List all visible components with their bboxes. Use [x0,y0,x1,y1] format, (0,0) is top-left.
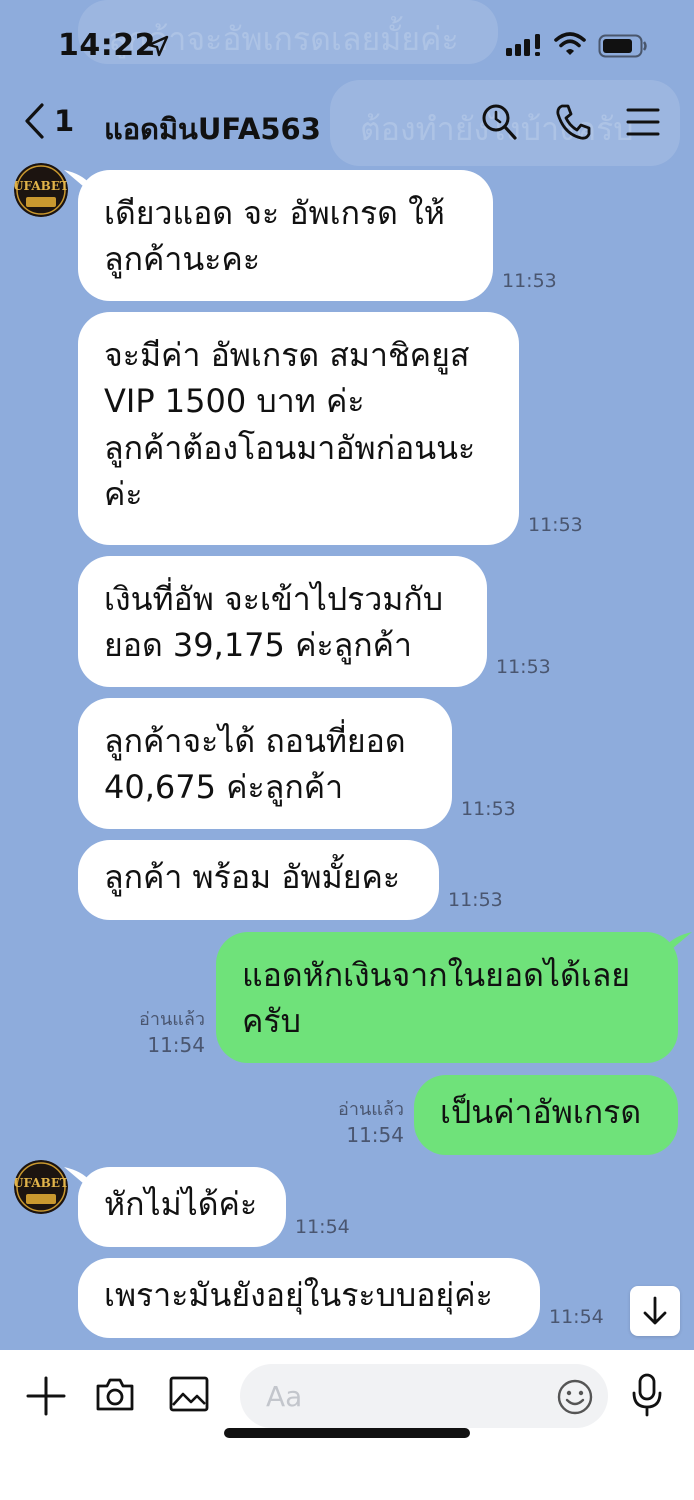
avatar-logo-text: UFABET [14,179,68,193]
message-time: 11:53 [502,270,557,292]
input-bar [0,1350,694,1500]
status-time: 14:22 [58,28,156,63]
message-time: 11:54 [549,1306,604,1328]
ufabet-logo: UFABET [14,163,68,217]
unread-count: 1 [54,104,75,138]
message-time: 11:54 [346,1123,404,1148]
message-time: 11:54 [295,1216,350,1238]
incoming-message-bubble[interactable]: หักไม่ได้ค่ะ [78,1167,286,1247]
plus-icon[interactable] [26,1376,66,1416]
message-time: 11:53 [461,798,516,820]
incoming-message-bubble[interactable]: จะมีค่า อัพเกรด สมาชิคยูส VIP 1500 บาท ค… [78,312,519,545]
read-status: อ่านแล้ว [338,1099,404,1120]
incoming-message-bubble[interactable]: เงินที่อัพ จะเข้าไปรวมกับ ยอด 39,175 ค่ะ… [78,556,487,687]
avatar[interactable]: UFABET [14,1160,68,1214]
outgoing-message-bubble[interactable]: แอดหักเงินจากในยอดได้เลย ครับ [216,932,678,1063]
message-time: 11:53 [448,889,503,911]
avatar[interactable]: UFABET [14,163,68,217]
scroll-to-bottom-button[interactable] [630,1286,680,1336]
menu-icon[interactable] [626,102,660,142]
chat-header: 1 แอดมินUFA563 [0,88,694,160]
incoming-message-bubble[interactable]: ลูกค้าจะได้ ถอนที่ยอด 40,675 ค่ะลูกค้า [78,698,452,829]
read-receipt: อ่านแล้ว 11:54 [139,1008,205,1059]
incoming-message-bubble[interactable]: เพราะมันยังอยุ่ในระบบอยุ่ค่ะ [78,1258,540,1338]
back-chevron-icon [25,103,44,139]
emoji-icon[interactable] [556,1378,594,1416]
chat-title[interactable]: แอดมินUFA563 [104,106,321,152]
microphone-icon[interactable] [630,1372,664,1418]
arrow-down-icon [643,1296,667,1325]
status-bar: 14:22 [0,0,694,88]
incoming-message-bubble[interactable]: เดียวแอด จะ อัพเกรด ให้ ลูกค้านะคะ [78,170,493,301]
avatar-logo-text: UFABET [14,1176,68,1190]
battery-icon [598,34,647,58]
read-receipt: อ่านแล้ว 11:54 [338,1098,404,1149]
home-indicator [224,1428,470,1438]
camera-icon[interactable] [94,1374,136,1414]
read-status: อ่านแล้ว [139,1009,205,1030]
incoming-message-bubble[interactable]: ลูกค้า พร้อม อัพมั้ยคะ [78,840,439,920]
message-input[interactable] [240,1364,608,1428]
message-time: 11:53 [496,656,551,678]
back-button[interactable]: 1 [22,102,74,140]
location-arrow-icon [147,35,169,57]
message-time: 11:53 [528,514,583,536]
image-icon[interactable] [168,1374,210,1414]
signal-icon [506,34,540,56]
phone-icon[interactable] [554,102,592,142]
message-time: 11:54 [147,1033,205,1058]
ufabet-logo: UFABET [14,1160,68,1214]
wifi-icon [554,32,586,55]
search-icon[interactable] [480,102,518,142]
outgoing-message-bubble[interactable]: เป็นค่าอัพเกรด [414,1075,678,1155]
